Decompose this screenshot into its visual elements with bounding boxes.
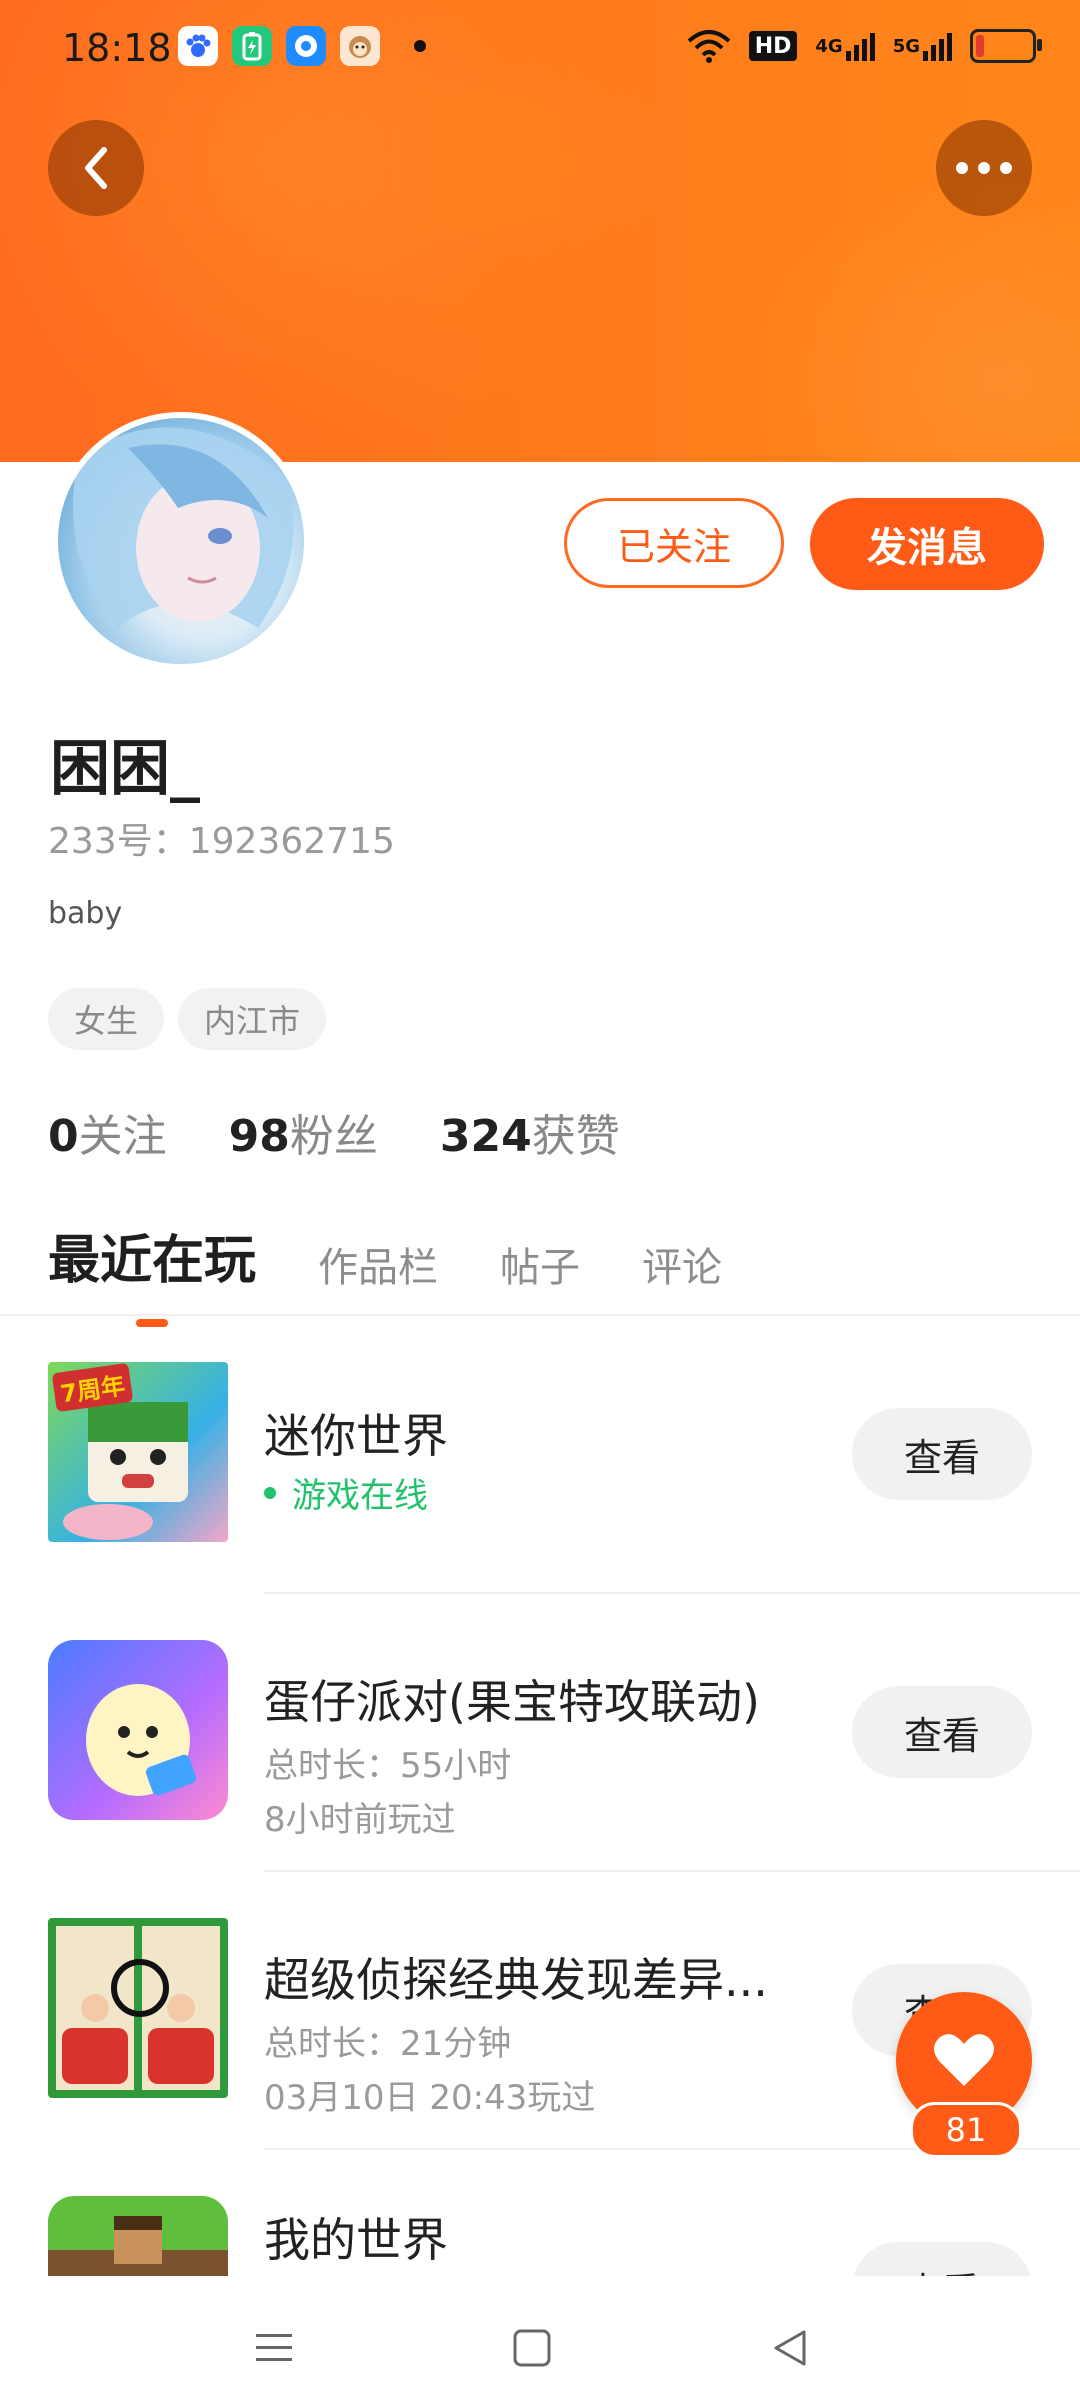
game-icon-minecraft	[48, 2196, 228, 2276]
stat-fans-num: 98	[228, 1111, 290, 1162]
stat-following[interactable]: 0关注	[48, 1100, 167, 1164]
game-online-label: 游戏在线	[292, 1476, 428, 1516]
profile-tabs: 最近在玩 作品栏 帖子 评论	[48, 1218, 722, 1327]
tab-comments[interactable]: 评论	[642, 1235, 722, 1293]
monkey-app-icon	[340, 26, 380, 66]
stat-likes-num: 324	[439, 1111, 532, 1162]
square-home-icon	[513, 2329, 551, 2367]
wifi-icon	[687, 26, 731, 66]
stat-fans-label: 粉丝	[289, 1111, 378, 1162]
signal-5g-label: 5G	[892, 35, 920, 57]
stat-following-label: 关注	[78, 1111, 167, 1162]
tag-location: 内江市	[178, 988, 327, 1050]
game-title: 蛋仔派对(果宝特攻联动)	[264, 1675, 760, 1729]
avatar[interactable]	[52, 412, 310, 670]
send-message-button[interactable]: 发消息	[810, 498, 1044, 590]
status-time: 18:18	[62, 26, 172, 70]
more-horizontal-icon	[956, 162, 1012, 174]
username: 困困_	[50, 734, 200, 804]
tab-recently-played[interactable]: 最近在玩	[48, 1218, 257, 1327]
signal-5g-icon: 5G	[893, 26, 952, 66]
heart-icon	[934, 2034, 994, 2086]
game-title: 超级侦探经典发现差异...	[264, 1953, 768, 2007]
game-icon-super-detective	[48, 1918, 228, 2098]
game-last-played: 8小时前玩过	[264, 1800, 456, 1840]
stat-fans[interactable]: 98粉丝	[229, 1100, 378, 1164]
view-game-button[interactable]: 查看	[852, 1408, 1032, 1500]
tab-recently-played-label: 最近在玩	[48, 1231, 257, 1291]
nav-back-button[interactable]	[760, 2318, 820, 2378]
online-dot	[264, 1486, 276, 1499]
more-button[interactable]	[936, 120, 1032, 216]
baidu-paw-icon	[178, 26, 218, 66]
game-icon-mini-world: 7周年	[48, 1362, 228, 1542]
following-button[interactable]: 已关注	[564, 498, 784, 588]
game-row-eggy-party[interactable]: 蛋仔派对(果宝特攻联动) 总时长：55小时 8小时前玩过 查看	[0, 1594, 1080, 1872]
battery-app-icon	[232, 26, 272, 66]
battery-icon	[970, 29, 1042, 63]
profile-tags: 女生 内江市	[48, 988, 327, 1050]
game-last-played: 03月10日 20:43玩过	[264, 2078, 596, 2118]
bio: baby	[48, 896, 123, 931]
more-notifications-dot	[414, 40, 426, 52]
triangle-back-icon	[774, 2330, 806, 2366]
back-button[interactable]	[48, 120, 144, 216]
browser-app-icon	[286, 26, 326, 66]
signal-4g-label: 4G	[815, 35, 843, 57]
nav-home-button[interactable]	[502, 2318, 562, 2378]
stat-likes-label: 获赞	[531, 1111, 620, 1162]
game-total-time: 总时长：21分钟	[264, 2024, 512, 2064]
chevron-left-icon	[85, 147, 107, 189]
view-game-button[interactable]: 查看	[852, 1686, 1032, 1778]
tab-posts[interactable]: 帖子	[500, 1235, 580, 1293]
tab-works[interactable]: 作品栏	[318, 1235, 438, 1293]
game-row-minecraft[interactable]: 我的世界 查看	[0, 2150, 1080, 2276]
view-game-button[interactable]: 查看	[852, 2242, 1032, 2276]
system-icons: HD 4G 5G	[687, 26, 1042, 66]
stat-likes[interactable]: 324获赞	[440, 1100, 620, 1164]
signal-4g-icon: 4G	[815, 26, 875, 66]
game-row-mini-world[interactable]: 7周年 迷你世界 游戏在线 查看	[0, 1316, 1080, 1594]
game-icon-eggy-party	[48, 1640, 228, 1820]
stat-following-num: 0	[48, 1111, 79, 1162]
system-nav-bar	[0, 2276, 1080, 2408]
profile-stats: 0关注 98粉丝 324获赞	[48, 1100, 620, 1164]
game-online-status: 游戏在线	[264, 1468, 428, 1517]
like-count-badge: 81	[910, 2102, 1022, 2158]
hd-voice-icon: HD	[748, 31, 798, 61]
menu-icon	[256, 2334, 292, 2361]
nav-menu-button[interactable]	[244, 2318, 304, 2378]
user-id: 233号：192362715	[48, 821, 395, 862]
game-total-time: 总时长：55小时	[264, 1746, 512, 1786]
status-bar: 18:18 HD 4G 5G	[0, 0, 1080, 96]
notification-icons	[178, 26, 426, 66]
tag-gender: 女生	[48, 988, 165, 1050]
game-title: 迷你世界	[264, 1409, 448, 1463]
game-title: 我的世界	[264, 2213, 448, 2267]
